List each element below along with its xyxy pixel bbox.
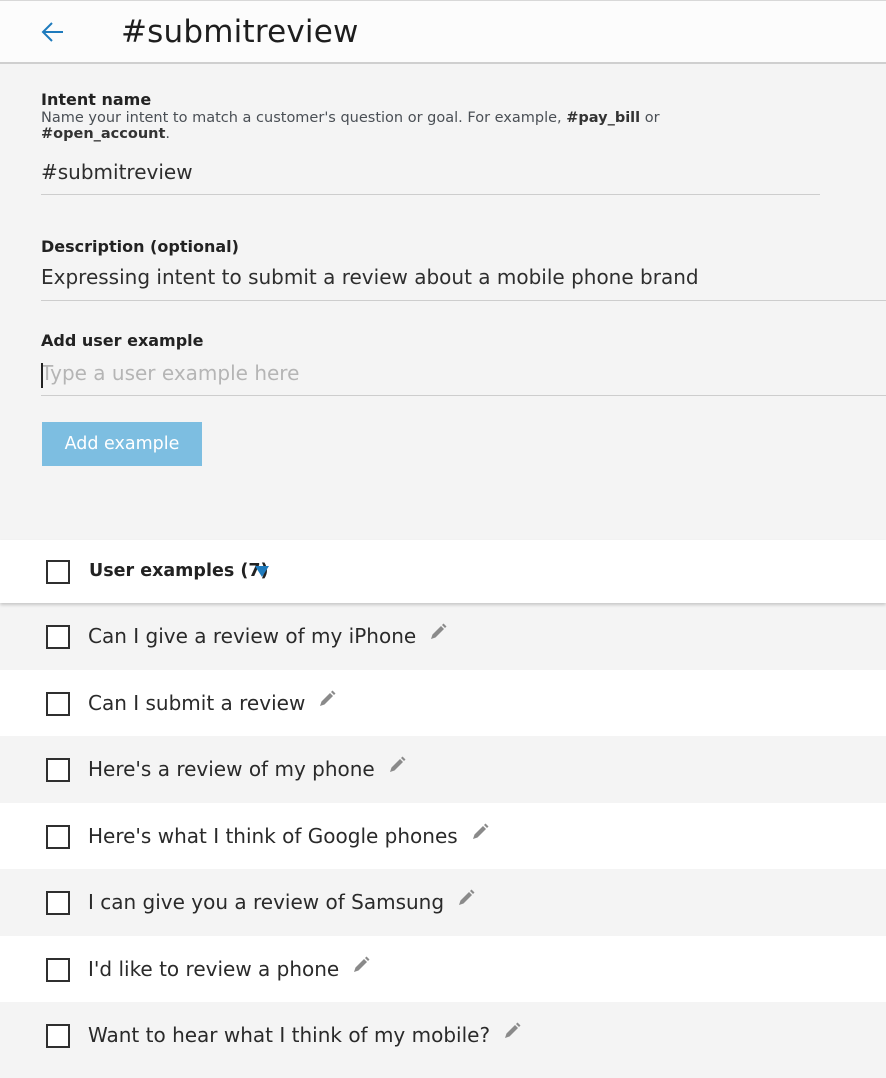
helper-example-open-account: #open_account: [41, 126, 166, 142]
pencil-icon[interactable]: [470, 822, 490, 847]
intent-name-field[interactable]: [41, 160, 820, 195]
caret-down-icon[interactable]: [255, 566, 269, 577]
example-row[interactable]: I can give you a review of Samsung: [0, 869, 886, 936]
example-text: Here's a review of my phone: [88, 757, 375, 781]
page-title: #submitreview: [121, 14, 359, 50]
pencil-icon[interactable]: [351, 955, 371, 980]
example-text-wrap: Can I submit a review: [88, 689, 337, 715]
example-text: Want to hear what I think of my mobile?: [88, 1023, 491, 1047]
example-checkbox[interactable]: [46, 824, 70, 849]
example-row[interactable]: Here's what I think of Google phones: [0, 802, 886, 869]
example-checkbox[interactable]: [46, 1024, 70, 1048]
example-row[interactable]: I'd like to review a phone: [0, 935, 886, 1002]
helper-text: Name your intent to match a customer's q…: [41, 110, 567, 126]
description-label: Description (optional): [41, 237, 239, 256]
pencil-icon[interactable]: [502, 1021, 522, 1046]
example-checkbox[interactable]: [46, 758, 70, 782]
add-user-example-label: Add user example: [41, 331, 204, 350]
example-row[interactable]: Can I submit a review: [0, 669, 886, 736]
add-example-button[interactable]: Add example: [42, 422, 202, 466]
pencil-icon[interactable]: [456, 888, 476, 913]
user-example-field[interactable]: [41, 361, 886, 396]
example-text-wrap: Want to hear what I think of my mobile?: [88, 1021, 522, 1047]
intent-name-label: Intent name: [41, 90, 152, 109]
example-checkbox[interactable]: [46, 625, 70, 649]
example-text-wrap: Here's a review of my phone: [88, 755, 407, 781]
example-checkbox[interactable]: [46, 891, 70, 915]
example-row[interactable]: Can I give a review of my iPhone: [0, 603, 886, 670]
description-field[interactable]: [41, 265, 886, 301]
example-checkbox[interactable]: [46, 691, 70, 716]
example-text: Can I submit a review: [88, 690, 306, 715]
text-cursor: [41, 363, 43, 388]
example-text-wrap: I can give you a review of Samsung: [88, 888, 476, 914]
select-all-checkbox[interactable]: [46, 560, 70, 584]
user-example-input[interactable]: [41, 361, 886, 385]
helper-or: or: [640, 110, 660, 126]
user-examples-count-label: User examples (7): [89, 561, 269, 581]
pencil-icon[interactable]: [387, 755, 407, 780]
example-text-wrap: I'd like to review a phone: [88, 955, 371, 981]
example-text: Can I give a review of my iPhone: [88, 624, 417, 648]
example-text: I'd like to review a phone: [88, 956, 340, 981]
example-text: I can give you a review of Samsung: [88, 890, 445, 914]
helper-example-pay-bill: #pay_bill: [566, 110, 641, 126]
intent-form: Intent name Name your intent to match a …: [0, 64, 886, 540]
example-text-wrap: Can I give a review of my iPhone: [88, 622, 448, 648]
example-text-wrap: Here's what I think of Google phones: [88, 822, 490, 848]
helper-end: .: [165, 126, 171, 142]
user-examples-header: User examples (7): [0, 540, 886, 603]
example-row[interactable]: Here's a review of my phone: [0, 736, 886, 803]
intent-name-helper: Name your intent to match a customer's q…: [41, 110, 681, 142]
pencil-icon[interactable]: [317, 689, 337, 714]
description-input[interactable]: [41, 265, 886, 289]
arrow-left-icon: [41, 22, 63, 42]
page-header: #submitreview: [0, 0, 886, 64]
intent-name-input[interactable]: [41, 160, 820, 184]
pencil-icon[interactable]: [428, 622, 448, 647]
user-examples-list: Can I give a review of my iPhone Can I su…: [0, 603, 886, 1069]
example-row[interactable]: Want to hear what I think of my mobile?: [0, 1002, 886, 1069]
example-text: Here's what I think of Google phones: [88, 823, 458, 848]
back-button[interactable]: [38, 17, 68, 47]
example-checkbox[interactable]: [46, 957, 70, 982]
